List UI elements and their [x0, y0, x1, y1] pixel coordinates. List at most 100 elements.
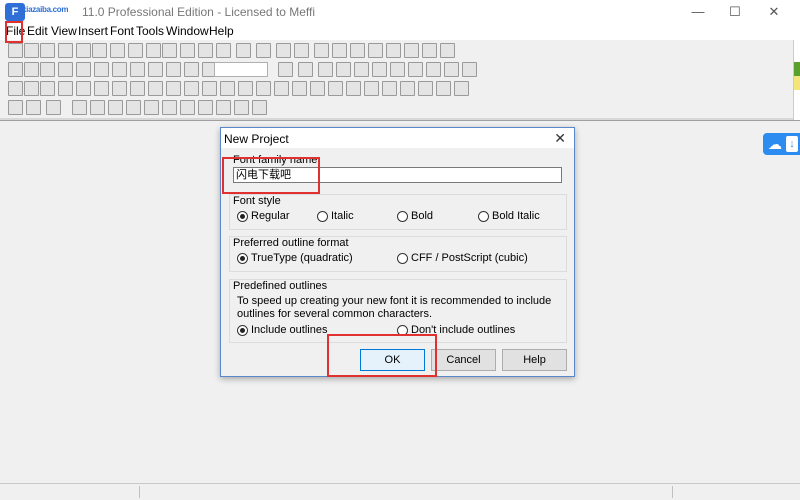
toolbar-button[interactable] — [256, 43, 271, 58]
toolbar-button[interactable] — [336, 62, 351, 77]
toolbar-button[interactable] — [46, 100, 61, 115]
toolbar-button[interactable] — [292, 81, 307, 96]
toolbar-button[interactable] — [184, 62, 199, 77]
toolbar-button[interactable] — [422, 43, 437, 58]
menu-help[interactable]: Help — [209, 24, 234, 38]
toolbar-button[interactable] — [128, 43, 143, 58]
toolbar-button[interactable] — [418, 81, 433, 96]
toolbar-button[interactable] — [408, 62, 423, 77]
toolbar-button[interactable] — [112, 81, 127, 96]
toolbar-button[interactable] — [162, 100, 177, 115]
toolbar-button[interactable] — [368, 43, 383, 58]
toolbar-button[interactable] — [24, 43, 39, 58]
toolbar-button[interactable] — [26, 100, 41, 115]
toolbar-button[interactable] — [108, 100, 123, 115]
toolbar-button[interactable] — [350, 43, 365, 58]
cloud-download-widget[interactable]: ☁ ↓ — [763, 133, 800, 155]
toolbar-button[interactable] — [40, 62, 55, 77]
toolbar-button[interactable] — [256, 81, 271, 96]
toolbar-button[interactable] — [372, 62, 387, 77]
toolbar-button[interactable] — [148, 62, 163, 77]
toolbar-button[interactable] — [390, 62, 405, 77]
toolbar-button[interactable] — [146, 43, 161, 58]
menu-insert[interactable]: Insert — [78, 24, 108, 38]
toolbar-button[interactable] — [8, 81, 23, 96]
toolbar-button[interactable] — [76, 43, 91, 58]
radio-regular[interactable] — [237, 211, 248, 222]
toolbar-button[interactable] — [454, 81, 469, 96]
toolbar-button[interactable] — [40, 43, 55, 58]
toolbar-button[interactable] — [462, 62, 477, 77]
toolbar-button[interactable] — [90, 100, 105, 115]
radio-bold-italic[interactable] — [478, 211, 489, 222]
menu-view[interactable]: View — [51, 24, 77, 38]
window-close-button[interactable]: ✕ — [755, 0, 793, 23]
toolbar-button[interactable] — [180, 43, 195, 58]
toolbar-button[interactable] — [386, 43, 401, 58]
radio-truetype[interactable] — [237, 253, 248, 264]
toolbar-button[interactable] — [364, 81, 379, 96]
toolbar-button[interactable] — [166, 81, 181, 96]
radio-bold-label[interactable]: Bold — [411, 210, 433, 222]
toolbar-button[interactable] — [314, 43, 329, 58]
toolbar-button[interactable] — [130, 81, 145, 96]
toolbar-button[interactable] — [440, 43, 455, 58]
radio-truetype-label[interactable]: TrueType (quadratic) — [251, 252, 353, 264]
menu-tools[interactable]: Tools — [136, 24, 164, 38]
radio-include-outlines-label[interactable]: Include outlines — [251, 324, 327, 336]
toolbar-button[interactable] — [144, 100, 159, 115]
toolbar-button[interactable] — [92, 43, 107, 58]
toolbar-button[interactable] — [58, 81, 73, 96]
radio-italic[interactable] — [317, 211, 328, 222]
cancel-button[interactable]: Cancel — [431, 349, 496, 371]
toolbar-button[interactable] — [40, 81, 55, 96]
radio-cff-label[interactable]: CFF / PostScript (cubic) — [411, 252, 528, 264]
toolbar-button[interactable] — [278, 62, 293, 77]
toolbar-button[interactable] — [298, 62, 313, 77]
toolbar-button[interactable] — [58, 43, 73, 58]
help-button[interactable]: Help — [502, 349, 567, 371]
toolbar-button[interactable] — [148, 81, 163, 96]
toolbar-button[interactable] — [354, 62, 369, 77]
toolbar-button[interactable] — [112, 62, 127, 77]
toolbar-button[interactable] — [8, 100, 23, 115]
toolbar-button[interactable] — [94, 62, 109, 77]
toolbar-button[interactable] — [76, 81, 91, 96]
toolbar-button[interactable] — [110, 43, 125, 58]
toolbar-button[interactable] — [76, 62, 91, 77]
toolbar-button[interactable] — [346, 81, 361, 96]
toolbar-button[interactable] — [382, 81, 397, 96]
toolbar-button[interactable] — [216, 43, 231, 58]
menu-edit[interactable]: Edit — [27, 24, 48, 38]
toolbar-button[interactable] — [162, 43, 177, 58]
toolbar-button[interactable] — [24, 62, 39, 77]
toolbar-button[interactable] — [198, 43, 213, 58]
toolbar-button[interactable] — [220, 81, 235, 96]
toolbar-button[interactable] — [318, 62, 333, 77]
toolbar-button[interactable] — [400, 81, 415, 96]
menu-font[interactable]: Font — [110, 24, 134, 38]
toolbar-button[interactable] — [236, 43, 251, 58]
zoom-combo[interactable] — [214, 62, 268, 77]
radio-bold[interactable] — [397, 211, 408, 222]
toolbar-button[interactable] — [274, 81, 289, 96]
toolbar-button[interactable] — [294, 43, 309, 58]
toolbar-button[interactable] — [130, 62, 145, 77]
toolbar-button[interactable] — [8, 62, 23, 77]
toolbar-button[interactable] — [310, 81, 325, 96]
toolbar-button[interactable] — [24, 81, 39, 96]
toolbar-button[interactable] — [94, 81, 109, 96]
toolbar-button[interactable] — [72, 100, 87, 115]
toolbar-button[interactable] — [436, 81, 451, 96]
toolbar-button[interactable] — [126, 100, 141, 115]
radio-cff[interactable] — [397, 253, 408, 264]
maximize-button[interactable]: ☐ — [716, 0, 754, 23]
toolbar-button[interactable] — [166, 62, 181, 77]
radio-include-outlines[interactable] — [237, 325, 248, 336]
toolbar-button[interactable] — [238, 81, 253, 96]
toolbar-button[interactable] — [426, 62, 441, 77]
toolbar-button[interactable] — [404, 43, 419, 58]
toolbar-button[interactable] — [216, 100, 231, 115]
toolbar-button[interactable] — [202, 81, 217, 96]
toolbar-button[interactable] — [276, 43, 291, 58]
